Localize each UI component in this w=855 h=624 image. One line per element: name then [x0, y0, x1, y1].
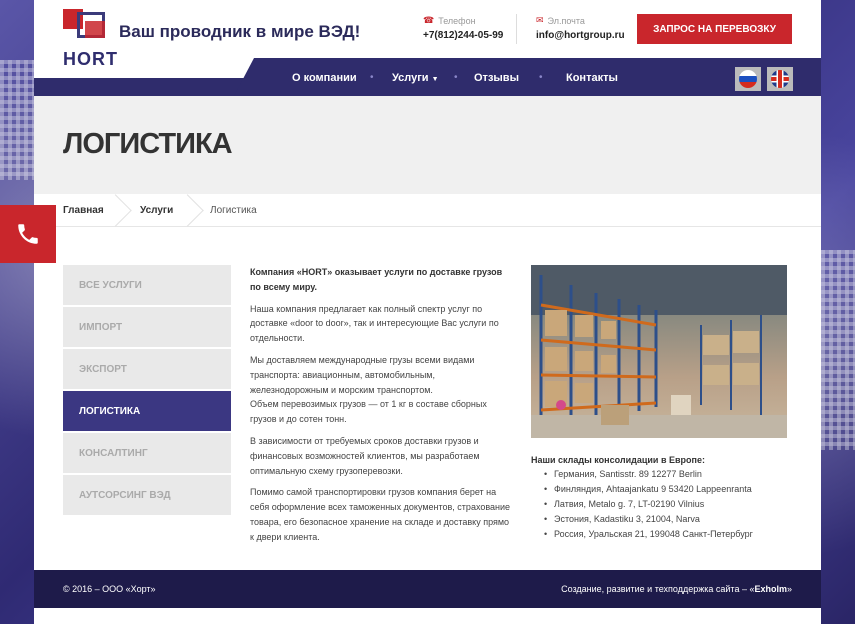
paragraph: Наша компания предлагает как полный спек…	[250, 303, 499, 344]
email-address[interactable]: info@hortgroup.ru	[536, 30, 625, 41]
sidebar-item-consulting[interactable]: КОНСАЛТИНГ	[63, 433, 231, 473]
developer-link[interactable]: Exholm	[754, 584, 787, 594]
warehouses-title: Наши склады консолидации в Европе:	[531, 455, 705, 465]
nav-separator: •	[370, 72, 374, 83]
nav-item-contacts[interactable]: Контакты	[566, 72, 618, 84]
main-nav: О компании • Услуги ▼ • Отзывы • Контакт…	[34, 58, 821, 96]
warehouses-list: Германия, Santisstr. 89 12277 Berlin Фин…	[544, 469, 753, 544]
paragraph: Помимо самой транспортировки грузов комп…	[250, 487, 511, 542]
breadcrumb-services[interactable]: Услуги	[140, 205, 173, 216]
russia-flag-icon	[739, 70, 757, 88]
page-title: ЛОГИСТИКА	[63, 128, 233, 160]
phone-label: Телефон	[438, 15, 476, 26]
page-title-bar: ЛОГИСТИКА	[34, 96, 821, 194]
paragraph-text: Объем перевозимых грузов — от 1 кг в сос…	[250, 399, 487, 425]
lead-paragraph: Компания «HORT» оказывает услуги по дост…	[250, 267, 503, 292]
list-item: Россия, Уральская 21, 199048 Санкт-Петер…	[544, 529, 753, 544]
paragraph-text: Мы доставляем международные грузы всеми …	[250, 354, 475, 395]
sidebar-item-import[interactable]: ИМПОРТ	[63, 307, 231, 347]
nav-separator: •	[539, 72, 543, 83]
nav-separator: •	[454, 72, 458, 83]
developer-credit: Создание, развитие и техподдержка сайта …	[561, 584, 792, 594]
list-item: Германия, Santisstr. 89 12277 Berlin	[544, 469, 753, 484]
email-contact: ✉ Эл.почта info@hortgroup.ru	[536, 15, 625, 41]
headset-icon: ☎	[423, 15, 435, 25]
envelope-icon: ✉	[536, 15, 544, 25]
list-item: Финляндия, Ahtaajankatu 9 53420 Lappeenr…	[544, 484, 753, 499]
main-content: Компания «HORT» оказывает услуги по дост…	[250, 265, 512, 552]
callback-phone-button[interactable]	[0, 205, 56, 263]
language-ru-button[interactable]	[735, 67, 761, 91]
phone-icon	[18, 224, 38, 244]
breadcrumb-current: Логистика	[210, 205, 257, 216]
sidebar-item-logistics[interactable]: ЛОГИСТИКА	[63, 391, 231, 431]
paragraph: В зависимости от требуемых сроков достав…	[250, 435, 480, 476]
warehouse-photo	[531, 265, 787, 438]
email-label: Эл.почта	[547, 15, 585, 26]
background-decoration	[0, 60, 34, 180]
sidebar-item-outsourcing[interactable]: АУТСОРСИНГ ВЭД	[63, 475, 231, 515]
site-footer: © 2016 – ООО «Хорт» Создание, развитие и…	[34, 570, 821, 608]
copyright: © 2016 – ООО «Хорт»	[63, 584, 156, 594]
breadcrumb: Главная Услуги Логистика	[34, 194, 821, 227]
site-tagline: Ваш проводник в мире ВЭД!	[119, 22, 361, 41]
caret-down-icon: ▼	[431, 76, 439, 83]
chevron-right-icon	[186, 194, 200, 227]
sidebar-item-export[interactable]: ЭКСПОРТ	[63, 349, 231, 389]
phone-number[interactable]: +7(812)244-05-99	[423, 30, 503, 41]
sidebar-item-all-services[interactable]: ВСЕ УСЛУГИ	[63, 265, 231, 305]
site-header: HORT Ваш проводник в мире ВЭД! ☎ Телефон …	[34, 0, 821, 69]
nav-item-label: Услуги	[392, 72, 429, 84]
credit-suffix: »	[786, 584, 792, 594]
request-transport-button[interactable]: ЗАПРОС НА ПЕРЕВОЗКУ	[637, 14, 792, 44]
nav-item-services[interactable]: Услуги ▼	[392, 72, 439, 84]
breadcrumb-home[interactable]: Главная	[63, 205, 104, 216]
paragraph: Мы доставляем международные грузы всеми …	[250, 353, 512, 427]
uk-flag-icon	[771, 70, 789, 88]
page-container: HORT Ваш проводник в мире ВЭД! ☎ Телефон …	[34, 0, 821, 624]
divider	[516, 14, 517, 44]
nav-item-reviews[interactable]: Отзывы	[474, 72, 519, 84]
language-en-button[interactable]	[767, 67, 793, 91]
phone-contact: ☎ Телефон +7(812)244-05-99	[423, 15, 503, 41]
warehouse-illustration	[531, 265, 787, 438]
background-decoration	[821, 250, 855, 450]
nav-item-about[interactable]: О компании	[292, 72, 357, 84]
list-item: Латвия, Metalo g. 7, LT-02190 Vilnius	[544, 499, 753, 514]
chevron-right-icon	[114, 194, 128, 227]
credit-text: Создание, развитие и техподдержка сайта …	[561, 584, 755, 594]
list-item: Эстония, Kadastiku 3, 21004, Narva	[544, 514, 753, 529]
